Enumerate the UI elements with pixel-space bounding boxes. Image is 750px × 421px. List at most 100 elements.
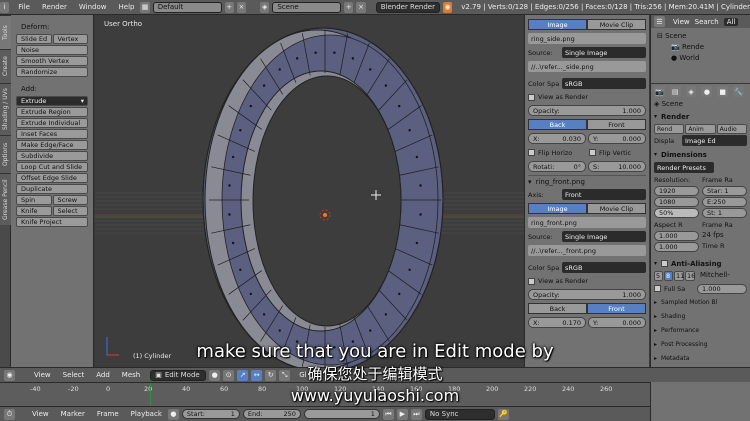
aspect-x-field[interactable]: 1.000	[654, 231, 699, 241]
knife-project-button[interactable]: Knife Project	[16, 217, 88, 227]
scene-selector[interactable]: Scene	[272, 1, 342, 13]
aa-8-button[interactable]: 8	[664, 271, 673, 281]
resolution-x-field[interactable]: 1920	[654, 186, 699, 196]
back-toggle[interactable]: Back	[528, 119, 587, 130]
vertex-button[interactable]: Vertex	[52, 34, 88, 44]
color-space2-select[interactable]: sRGB	[562, 262, 646, 273]
front-toggle[interactable]: Front	[587, 119, 646, 130]
screw-button[interactable]: Screw	[52, 195, 88, 205]
timeline-playback-menu[interactable]: Playback	[131, 410, 162, 418]
offset-y-field[interactable]: Y: 0.000	[588, 133, 646, 144]
rotation-field[interactable]: Rotati: 0°	[528, 161, 586, 172]
record-icon[interactable]: ●	[167, 408, 179, 420]
add-layout-icon[interactable]: +	[224, 1, 234, 13]
outliner-item-world[interactable]: ● World	[657, 53, 744, 64]
image2-header[interactable]: ▾ ring_front.png	[528, 175, 646, 186]
jump-end-icon[interactable]: ⏭	[410, 408, 422, 420]
info-editor-icon[interactable]: i	[0, 1, 10, 13]
outliner-view-menu[interactable]: View	[673, 18, 690, 26]
aa-16-button[interactable]: 16	[685, 271, 695, 281]
image-toggle[interactable]: Image	[528, 19, 587, 30]
slide-edge-button[interactable]: Slide Ed	[16, 34, 52, 44]
remove-layout-icon[interactable]: ×	[236, 1, 247, 13]
image1-file-field[interactable]: ring_side.png	[528, 33, 646, 44]
layers-tab-icon[interactable]: ▤	[669, 86, 681, 97]
duplicate-button[interactable]: Duplicate	[16, 184, 88, 194]
jump-start-icon[interactable]: ⏮	[382, 408, 394, 420]
dimensions-section-header[interactable]: ▾ Dimensions	[654, 149, 747, 160]
offset-x-field[interactable]: X: 0.030	[528, 133, 586, 144]
knife-button[interactable]: Knife	[16, 206, 52, 216]
view-as-render-checkbox[interactable]: View as Render	[528, 92, 646, 102]
world-tab-icon[interactable]: ●	[701, 86, 713, 97]
start-frame-field[interactable]: Start: 1	[181, 409, 240, 419]
render-presets-select[interactable]: Render Presets	[654, 162, 714, 173]
modifier-tab-icon[interactable]: 🔧	[733, 86, 744, 97]
color-space-select[interactable]: sRGB	[562, 78, 646, 89]
outliner-icon[interactable]: ☰	[654, 16, 665, 27]
render-tab-icon[interactable]: 📷	[654, 86, 665, 97]
noise-button[interactable]: Noise	[16, 45, 88, 55]
outliner-all-select[interactable]: All	[723, 17, 739, 26]
aspect-y-field[interactable]: 1.000	[654, 242, 699, 252]
offset-edge-slide-button[interactable]: Offset Edge Slide	[16, 173, 88, 183]
end-frame-field[interactable]: End: 250	[242, 409, 301, 419]
loop-cut-button[interactable]: Loop Cut and Slide	[16, 162, 88, 172]
aa-11-button[interactable]: 11	[674, 271, 684, 281]
checkbox-icon[interactable]	[661, 260, 669, 267]
add-scene-icon[interactable]: +	[344, 1, 354, 13]
shading-section-header[interactable]: ▸ Shading	[654, 311, 747, 322]
opacity-field[interactable]: Opacity: 1.000	[528, 105, 646, 116]
offset2-y-field[interactable]: Y: 0.000	[588, 317, 646, 328]
opacity2-field[interactable]: Opacity: 1.000	[528, 289, 646, 300]
axis-select[interactable]: Front	[562, 189, 646, 200]
outliner-search-menu[interactable]: Search	[695, 18, 719, 26]
movie-clip-toggle[interactable]: Movie Clip	[587, 19, 646, 30]
object-tab-icon[interactable]: ■	[717, 86, 729, 97]
timeline-frame-menu[interactable]: Frame	[97, 410, 119, 418]
extrude-individual-button[interactable]: Extrude Individual	[16, 118, 88, 128]
3d-viewport[interactable]: User Ortho (1) Cylinder	[95, 15, 524, 367]
smooth-vertex-button[interactable]: Smooth Vertex	[16, 56, 88, 66]
subdivide-button[interactable]: Subdivide	[16, 151, 88, 161]
full-sample-checkbox[interactable]: Full Sa	[654, 284, 694, 294]
aa-filter-select[interactable]: Mitchell-	[700, 271, 730, 281]
sync-select[interactable]: No Sync	[424, 408, 495, 420]
play-icon[interactable]: ▶	[396, 408, 408, 420]
randomize-button[interactable]: Randomize	[16, 67, 88, 77]
image2-toggle[interactable]: Image	[528, 203, 587, 214]
image2-path-field[interactable]: //..\refer..._front.png	[528, 245, 646, 256]
menu-render[interactable]: Render	[42, 3, 67, 11]
scene-tab-icon[interactable]: ◈	[685, 86, 697, 97]
aa-5-button[interactable]: 5	[654, 271, 663, 281]
flip-horizontal-checkbox[interactable]: Flip Horizo	[528, 148, 585, 158]
filter-size-field[interactable]: 1.000	[697, 283, 747, 294]
render-engine-select[interactable]: Blender Render	[375, 1, 440, 13]
make-edge-face-button[interactable]: Make Edge/Face	[16, 140, 88, 150]
frame-end-field[interactable]: E:250	[702, 197, 747, 207]
timeline-marker-menu[interactable]: Marker	[61, 410, 85, 418]
resolution-y-field[interactable]: 1080	[654, 197, 699, 207]
tab-tools[interactable]: Tools	[0, 15, 11, 49]
render-animation-button[interactable]: Anim	[685, 124, 716, 134]
front2-toggle[interactable]: Front	[587, 303, 646, 314]
menu-file[interactable]: File	[18, 3, 30, 11]
source2-select[interactable]: Single Image	[562, 231, 646, 242]
spin-button[interactable]: Spin	[16, 195, 52, 205]
tab-grease-pencil[interactable]: Grease Pencil	[0, 173, 11, 225]
select-button[interactable]: Select	[52, 206, 88, 216]
render-audio-button[interactable]: Audio	[716, 124, 747, 134]
view-as-render2-checkbox[interactable]: View as Render	[528, 276, 646, 286]
back2-toggle[interactable]: Back	[528, 303, 587, 314]
offset2-x-field[interactable]: X: 0.170	[528, 317, 586, 328]
movie-clip2-toggle[interactable]: Movie Clip	[587, 203, 646, 214]
remove-scene-icon[interactable]: ×	[356, 1, 366, 13]
extrude-menu[interactable]: Extrude ▾	[16, 96, 88, 106]
tab-options[interactable]: Options	[0, 135, 11, 173]
anti-aliasing-section-header[interactable]: ▾ Anti-Aliasing	[654, 258, 747, 269]
resolution-percent-field[interactable]: 50%	[654, 208, 699, 218]
frame-start-field[interactable]: Star: 1	[702, 186, 747, 196]
layout-selector[interactable]: Default	[152, 1, 222, 13]
timeline-editor-icon[interactable]: ⏱	[4, 408, 15, 420]
render-image-button[interactable]: Rend	[654, 124, 685, 134]
